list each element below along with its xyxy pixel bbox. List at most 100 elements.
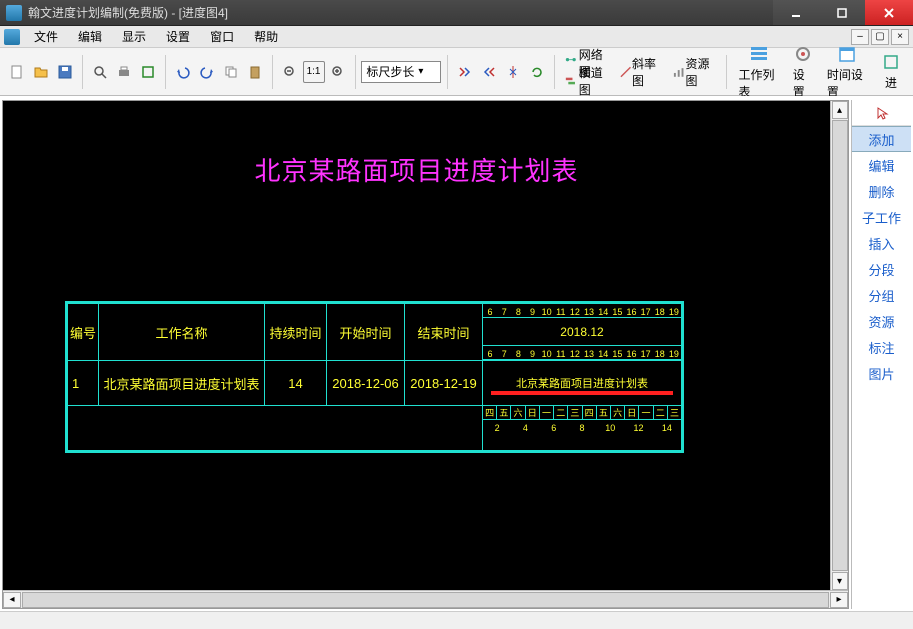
tick-label: 13 (584, 349, 594, 359)
tick-label: 2 (495, 423, 500, 433)
canvas-wrap: 北京某路面项目进度计划表 编号 工作名称 持续时间 开始时间 结束时间 6789… (2, 100, 849, 609)
gantt-bar[interactable] (491, 391, 673, 395)
weekday-cell: 五 (597, 406, 611, 419)
schedule-canvas[interactable]: 北京某路面项目进度计划表 编号 工作名称 持续时间 开始时间 结束时间 6789… (3, 101, 830, 590)
tick-label: 17 (641, 349, 651, 359)
tick-label: 8 (516, 307, 521, 317)
close-button[interactable] (865, 0, 913, 25)
horizontal-scrollbar[interactable]: ◂ ▸ (3, 590, 848, 608)
cell-start: 2018-12-06 (327, 361, 405, 406)
weekday-cell: 四 (483, 406, 497, 419)
main-area: 北京某路面项目进度计划表 编号 工作名称 持续时间 开始时间 结束时间 6789… (0, 96, 913, 611)
print-button[interactable] (113, 61, 135, 83)
cell-name: 北京某路面项目进度计划表 (99, 361, 265, 406)
undo-button[interactable] (172, 61, 194, 83)
vertical-scrollbar[interactable]: ▴ ▾ (830, 101, 848, 590)
tick-label: 7 (502, 349, 507, 359)
settings-button[interactable]: 设置 (787, 42, 819, 102)
tick-label: 18 (655, 349, 665, 359)
table-row[interactable]: 1 北京某路面项目进度计划表 14 2018-12-06 2018-12-19 … (67, 361, 683, 406)
minimize-button[interactable] (773, 0, 819, 25)
tick-label: 10 (605, 423, 615, 433)
tick-label: 11 (556, 307, 565, 317)
progress-button[interactable]: 进 (875, 50, 907, 93)
menu-help[interactable]: 帮助 (244, 26, 288, 47)
tick-label: 9 (530, 307, 535, 317)
resource-chart-button[interactable]: 资源图 (668, 61, 720, 83)
sidebar-item-9[interactable]: 图片 (852, 360, 911, 386)
empty-row (67, 406, 483, 452)
paste-button[interactable] (244, 61, 266, 83)
tick-label: 18 (655, 307, 665, 317)
sidebar-item-7[interactable]: 资源 (852, 308, 911, 334)
sidebar-item-6[interactable]: 分组 (852, 282, 911, 308)
menu-edit[interactable]: 编辑 (68, 26, 112, 47)
tick-label: 15 (612, 349, 622, 359)
status-bar (0, 611, 913, 629)
cursor-icon[interactable] (852, 100, 911, 126)
sidebar-item-2[interactable]: 删除 (852, 178, 911, 204)
scroll-left-button[interactable]: ◂ (3, 592, 21, 608)
redo-button[interactable] (196, 61, 218, 83)
zoom-out-button[interactable] (279, 61, 301, 83)
save-button[interactable] (54, 61, 76, 83)
tick-label: 6 (488, 349, 493, 359)
worklist-button[interactable]: 工作列表 (733, 42, 785, 102)
weekday-cell: 一 (639, 406, 653, 419)
tick-label: 17 (641, 307, 651, 317)
window-title: 翰文进度计划编制(免费版) - [进度图4] (28, 4, 773, 21)
header-start: 开始时间 (327, 303, 405, 361)
export-button[interactable] (137, 61, 159, 83)
sidebar-item-1[interactable]: 编辑 (852, 152, 911, 178)
preview-button[interactable] (89, 61, 111, 83)
mdi-restore-button[interactable]: ▢ (871, 29, 889, 45)
copy-button[interactable] (220, 61, 242, 83)
tick-label: 8 (516, 349, 521, 359)
slope-chart-button[interactable]: 斜率图 (615, 61, 667, 83)
zoom-fit-button[interactable]: 1:1 (303, 61, 325, 83)
weekday-cell: 五 (497, 406, 511, 419)
weekday-cell: 三 (668, 406, 681, 419)
align-left-button[interactable] (454, 61, 476, 83)
toolbar: 1:1 标尺步长▾ 网络图 横道图 斜率图 资源图 工作列表 设置 时间设置 进 (0, 48, 913, 96)
header-end: 结束时间 (405, 303, 483, 361)
time-settings-button[interactable]: 时间设置 (821, 42, 873, 102)
title-bar: 翰文进度计划编制(免费版) - [进度图4] (0, 0, 913, 26)
sidebar-item-8[interactable]: 标注 (852, 334, 911, 360)
new-button[interactable] (6, 61, 28, 83)
open-button[interactable] (30, 61, 52, 83)
right-sidebar: 添加编辑删除子工作插入分段分组资源标注图片 (851, 100, 911, 609)
cell-id: 1 (67, 361, 99, 406)
view-mode-section[interactable]: 网络图 横道图 (561, 54, 613, 90)
tick-label: 11 (556, 349, 565, 359)
mdi-close-button[interactable]: × (891, 29, 909, 45)
ruler-step-combo[interactable]: 标尺步长▾ (361, 61, 441, 83)
scroll-thumb-v[interactable] (832, 120, 848, 571)
gantt-ruler-bottom: 2468101214 (483, 420, 681, 434)
weekday-cell: 日 (625, 406, 639, 419)
menu-file[interactable]: 文件 (24, 26, 68, 47)
sidebar-item-0[interactable]: 添加 (852, 126, 911, 152)
maximize-button[interactable] (819, 0, 865, 25)
scroll-down-button[interactable]: ▾ (832, 572, 848, 590)
weekday-cell: 四 (583, 406, 597, 419)
menu-settings[interactable]: 设置 (156, 26, 200, 47)
scroll-up-button[interactable]: ▴ (832, 101, 848, 119)
menu-window[interactable]: 窗口 (200, 26, 244, 47)
scroll-thumb-h[interactable] (22, 592, 829, 608)
refresh-button[interactable] (526, 61, 548, 83)
tick-label: 13 (584, 307, 594, 317)
align-center-button[interactable] (502, 61, 524, 83)
weekday-cell: 日 (526, 406, 540, 419)
tick-label: 14 (598, 349, 608, 359)
zoom-in-button[interactable] (327, 61, 349, 83)
tick-label: 6 (488, 307, 493, 317)
scroll-right-button[interactable]: ▸ (830, 592, 848, 608)
cell-duration: 14 (265, 361, 327, 406)
gantt-ruler-top: 678910111213141516171819 (483, 304, 681, 318)
align-right-button[interactable] (478, 61, 500, 83)
sidebar-item-3[interactable]: 子工作 (852, 204, 911, 230)
sidebar-item-4[interactable]: 插入 (852, 230, 911, 256)
menu-view[interactable]: 显示 (112, 26, 156, 47)
sidebar-item-5[interactable]: 分段 (852, 256, 911, 282)
